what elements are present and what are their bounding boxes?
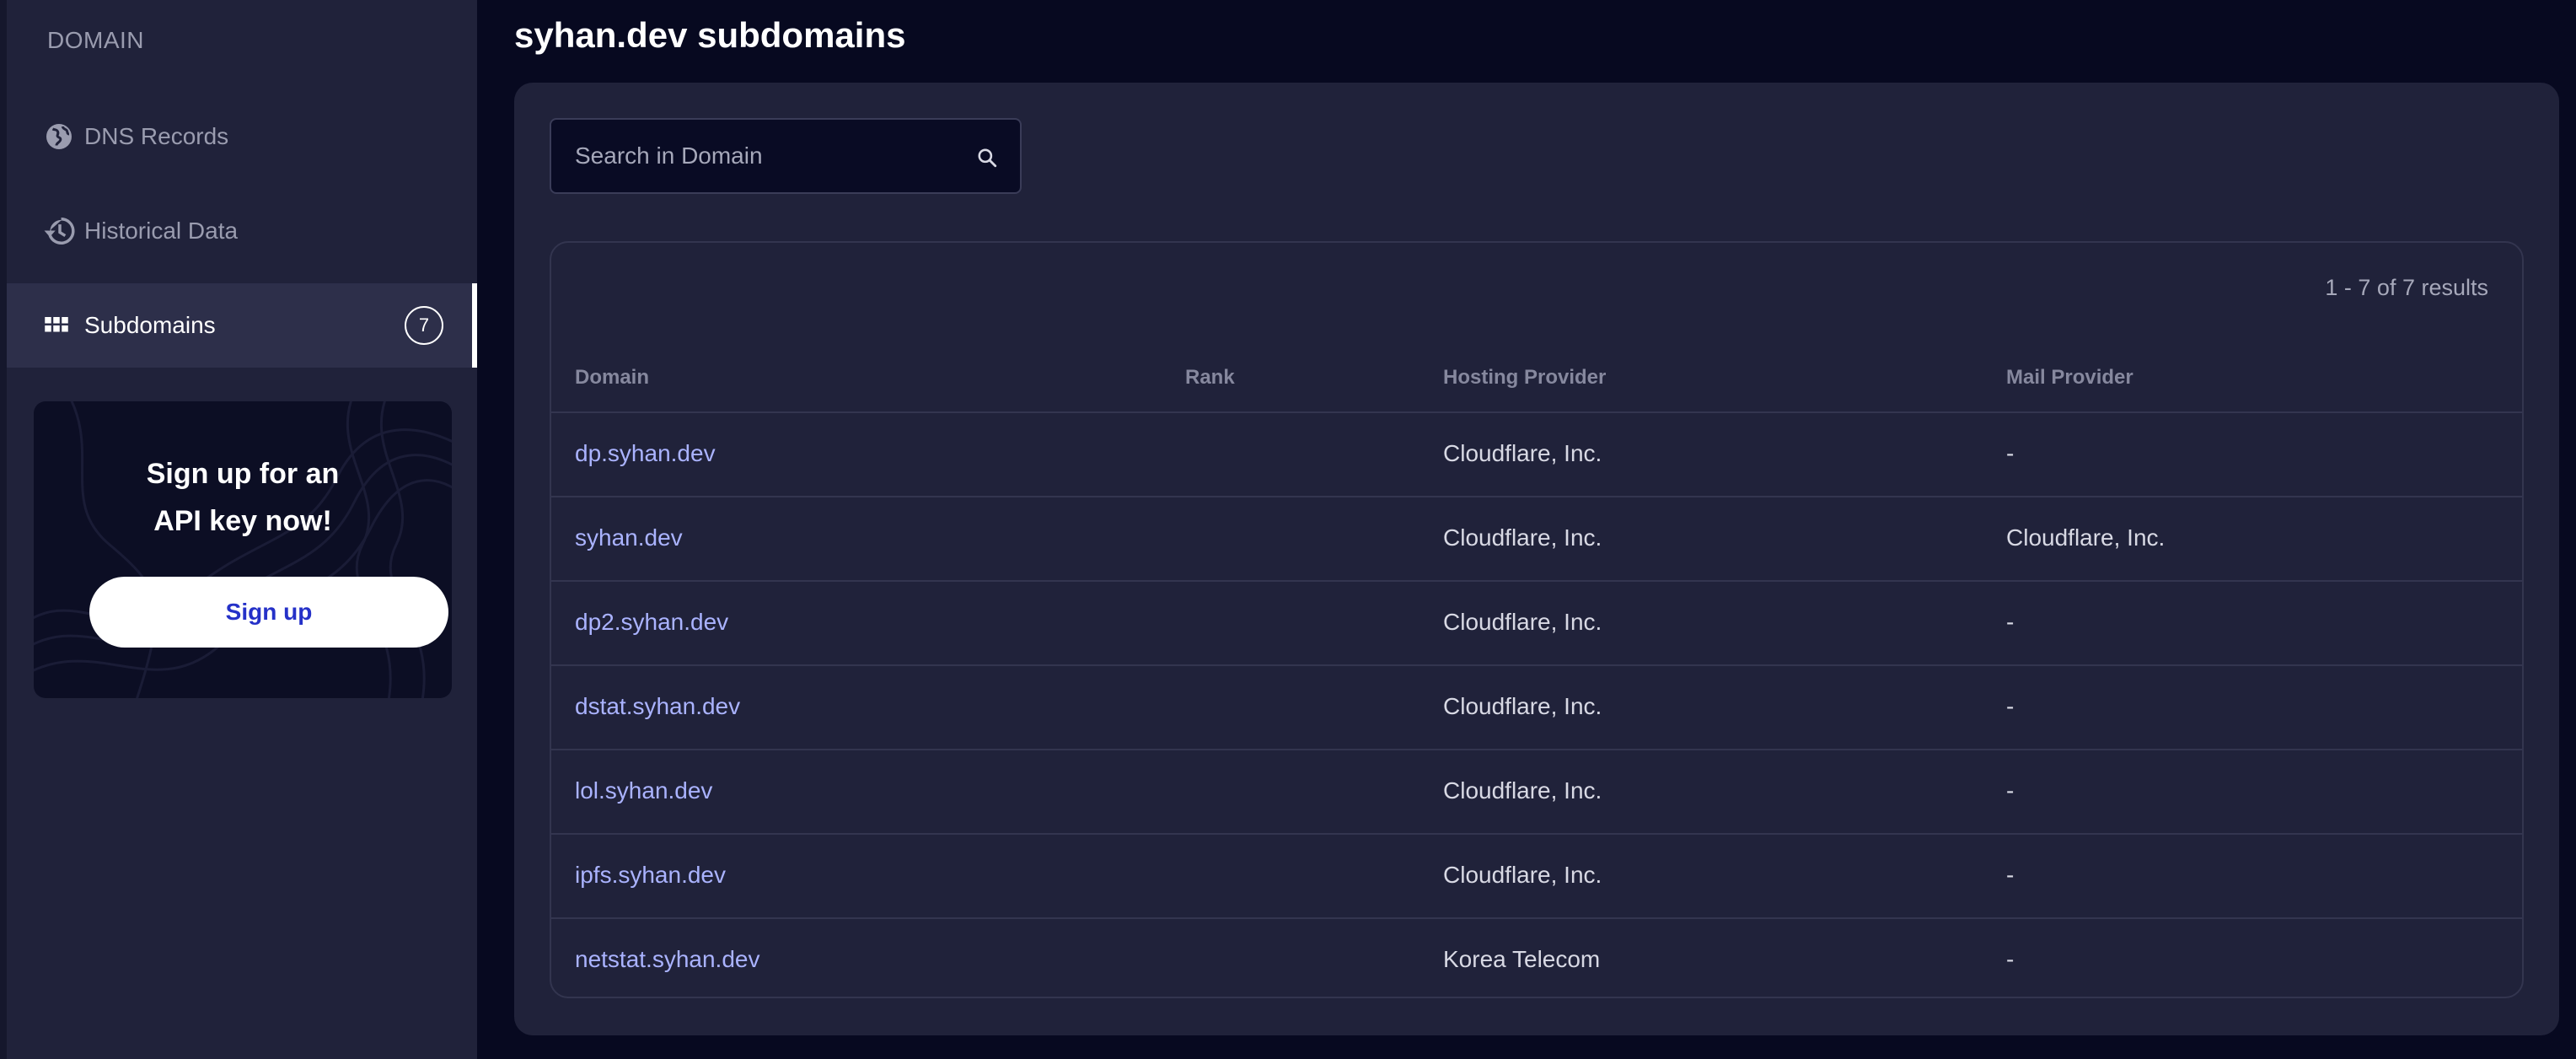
column-header-rank[interactable]: Rank bbox=[1185, 366, 1235, 390]
sidebar-item-label: DNS Records bbox=[84, 123, 229, 149]
results-count: 1 - 7 of 7 results bbox=[2325, 275, 2488, 300]
sidebar-heading: DOMAIN bbox=[47, 27, 144, 53]
domain-link[interactable]: lol.syhan.dev bbox=[575, 777, 712, 804]
sidebar-item-subdomains[interactable]: Subdomains 7 bbox=[7, 283, 477, 368]
domain-link[interactable]: syhan.dev bbox=[575, 524, 683, 551]
mail-provider-cell: - bbox=[2006, 440, 2015, 466]
domain-link[interactable]: netstat.syhan.dev bbox=[575, 946, 759, 973]
table-header: Domain Rank Hosting Provider Mail Provid… bbox=[551, 344, 2522, 413]
signup-promo-card: Sign up for an API key now! Sign up bbox=[34, 401, 452, 698]
sidebar-item-dns-records[interactable]: DNS Records bbox=[7, 94, 477, 179]
sign-up-button[interactable]: Sign up bbox=[89, 577, 448, 648]
grid-icon bbox=[44, 305, 84, 346]
sidebar: DOMAIN DNS Records Historical Data Subdo… bbox=[0, 0, 477, 1059]
hosting-provider-cell: Korea Telecom bbox=[1443, 946, 1601, 972]
subdomains-table: 1 - 7 of 7 results Domain Rank Hosting P… bbox=[550, 241, 2524, 998]
table-row: netstat.syhan.dev Korea Telecom - bbox=[551, 919, 2522, 1003]
search-icon[interactable] bbox=[976, 147, 998, 173]
table-row: dstat.syhan.dev Cloudflare, Inc. - bbox=[551, 666, 2522, 750]
history-icon bbox=[44, 211, 84, 251]
domain-link[interactable]: dp.syhan.dev bbox=[575, 440, 716, 467]
hosting-provider-cell: Cloudflare, Inc. bbox=[1443, 440, 1602, 466]
column-header-mail-provider[interactable]: Mail Provider bbox=[2006, 366, 2133, 390]
hosting-provider-cell: Cloudflare, Inc. bbox=[1443, 609, 1602, 635]
column-header-domain[interactable]: Domain bbox=[575, 366, 649, 390]
table-row: lol.syhan.dev Cloudflare, Inc. - bbox=[551, 750, 2522, 835]
promo-title: Sign up for an API key now! bbox=[34, 450, 452, 545]
mail-provider-cell: - bbox=[2006, 862, 2015, 888]
table-row: dp2.syhan.dev Cloudflare, Inc. - bbox=[551, 582, 2522, 666]
hosting-provider-cell: Cloudflare, Inc. bbox=[1443, 777, 1602, 804]
mail-provider-cell: - bbox=[2006, 693, 2015, 719]
sidebar-item-label: Subdomains bbox=[84, 312, 216, 338]
mail-provider-cell: Cloudflare, Inc. bbox=[2006, 524, 2165, 551]
sidebar-item-historical-data[interactable]: Historical Data bbox=[7, 189, 477, 273]
globe-icon bbox=[44, 116, 84, 157]
search-box bbox=[550, 118, 1022, 194]
column-header-hosting-provider[interactable]: Hosting Provider bbox=[1443, 366, 1606, 390]
mail-provider-cell: - bbox=[2006, 609, 2015, 635]
promo-title-line: API key now! bbox=[153, 505, 332, 537]
table-row: dp.syhan.dev Cloudflare, Inc. - bbox=[551, 413, 2522, 497]
mail-provider-cell: - bbox=[2006, 946, 2015, 972]
hosting-provider-cell: Cloudflare, Inc. bbox=[1443, 524, 1602, 551]
page-title: syhan.dev subdomains bbox=[514, 15, 906, 55]
hosting-provider-cell: Cloudflare, Inc. bbox=[1443, 862, 1602, 888]
promo-title-line: Sign up for an bbox=[146, 458, 340, 490]
domain-link[interactable]: dp2.syhan.dev bbox=[575, 609, 728, 636]
topographic-pattern bbox=[34, 401, 452, 698]
subdomains-panel: 1 - 7 of 7 results Domain Rank Hosting P… bbox=[514, 83, 2559, 1035]
mail-provider-cell: - bbox=[2006, 777, 2015, 804]
domain-link[interactable]: dstat.syhan.dev bbox=[575, 693, 740, 720]
table-row: ipfs.syhan.dev Cloudflare, Inc. - bbox=[551, 835, 2522, 919]
domain-link[interactable]: ipfs.syhan.dev bbox=[575, 862, 726, 889]
search-input[interactable] bbox=[551, 120, 1020, 192]
app-root: DOMAIN DNS Records Historical Data Subdo… bbox=[0, 0, 2576, 1059]
count-badge: 7 bbox=[405, 306, 443, 345]
hosting-provider-cell: Cloudflare, Inc. bbox=[1443, 693, 1602, 719]
table-row: syhan.dev Cloudflare, Inc. Cloudflare, I… bbox=[551, 497, 2522, 582]
sidebar-item-label: Historical Data bbox=[84, 218, 239, 244]
